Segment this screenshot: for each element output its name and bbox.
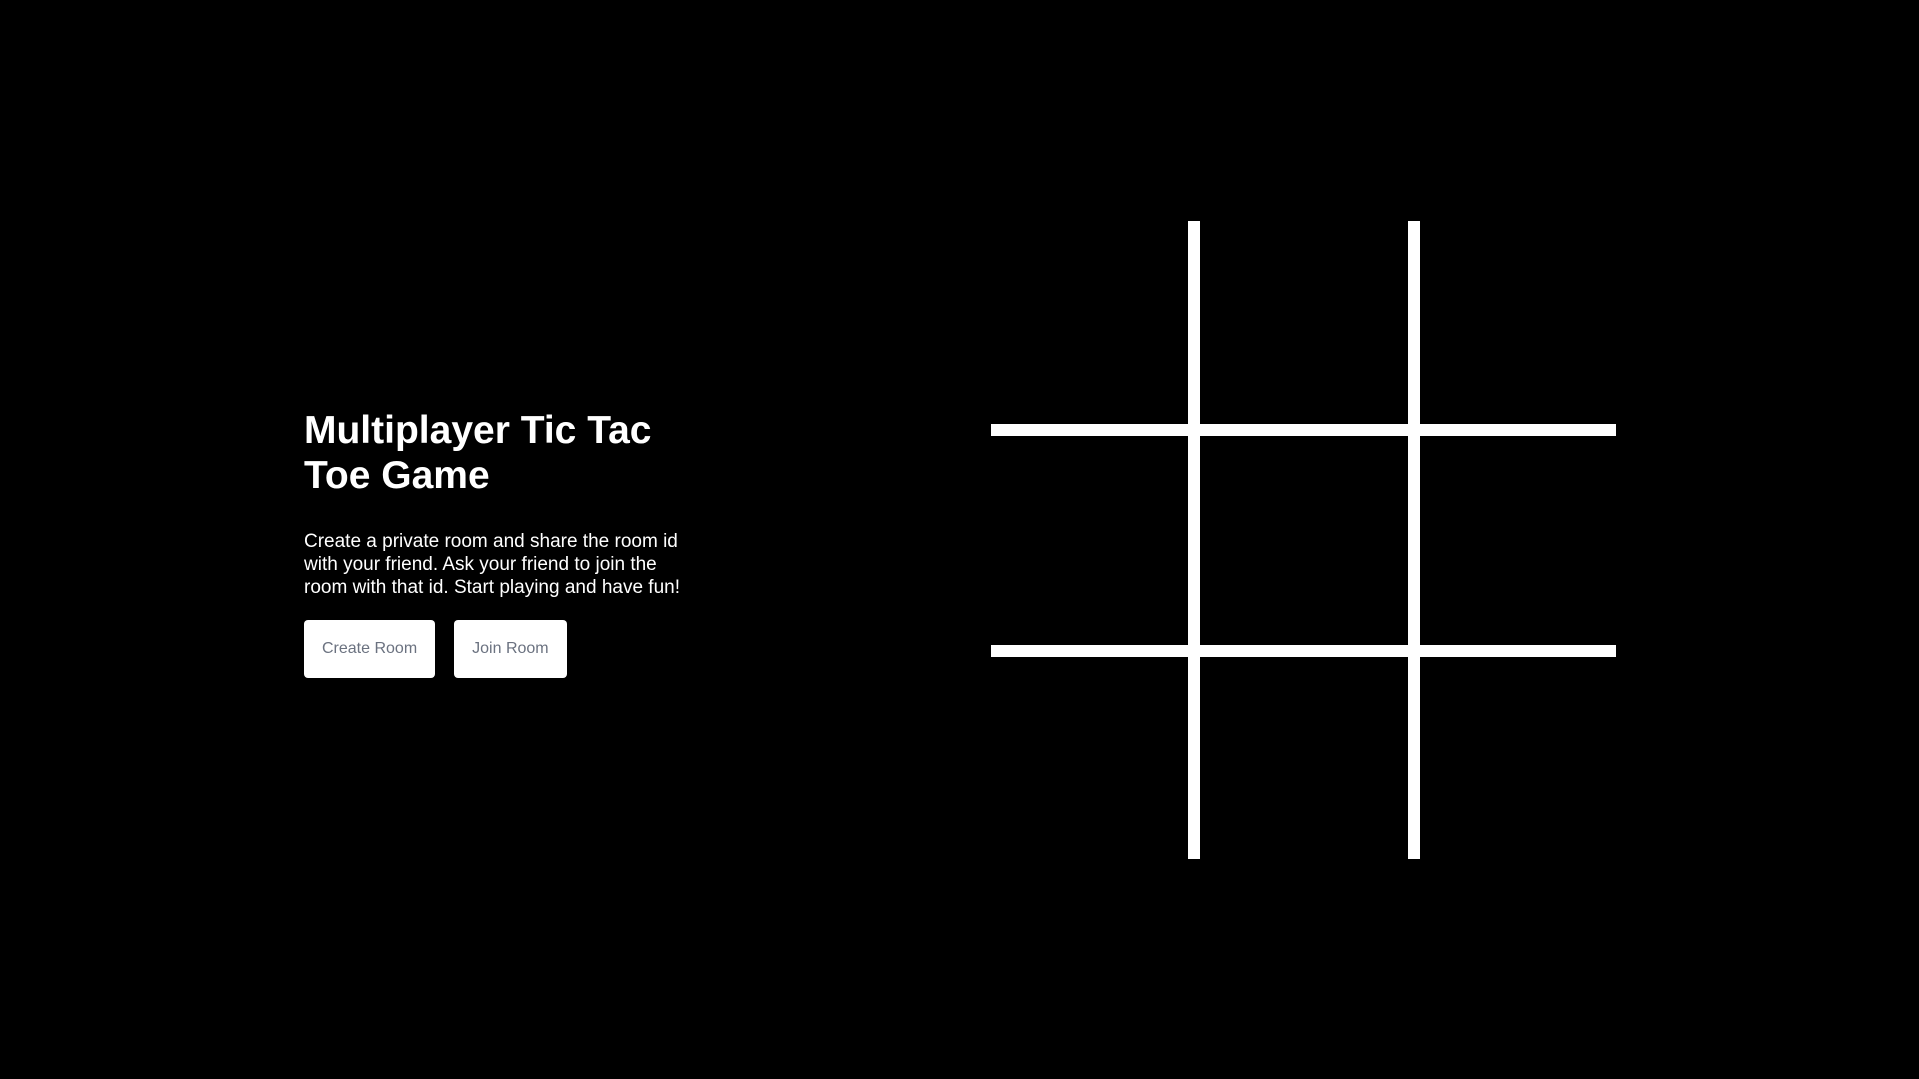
page-title: Multiplayer Tic Tac Toe Game	[304, 409, 652, 497]
intro-panel: Multiplayer Tic Tac Toe Game Create a pr…	[304, 408, 684, 678]
intro-description: Create a private room and share the room…	[304, 531, 680, 598]
tic-tac-toe-board	[991, 221, 1616, 859]
board-line-vertical-2	[1408, 221, 1420, 859]
create-room-button[interactable]: Create Room	[304, 620, 436, 678]
join-room-button[interactable]: Join Room	[454, 620, 567, 678]
landing-page: Multiplayer Tic Tac Toe Game Create a pr…	[0, 0, 1919, 1079]
board-line-vertical-1	[1188, 221, 1200, 859]
board-line-horizontal-1	[991, 424, 1616, 436]
room-actions: Create Room Join Room	[304, 620, 684, 678]
board-line-horizontal-2	[991, 645, 1616, 657]
